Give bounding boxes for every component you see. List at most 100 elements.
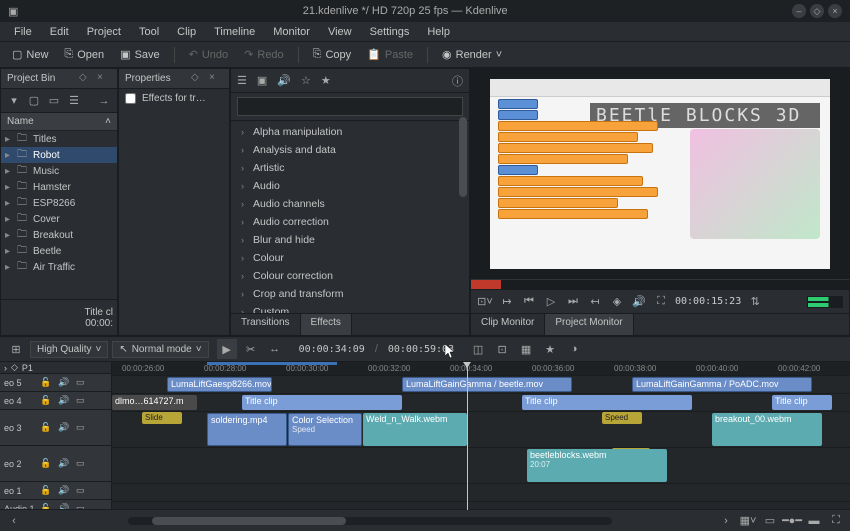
effects-category[interactable]: ›Audio (231, 177, 469, 195)
thumbnails-icon[interactable]: ▦˅ (740, 513, 756, 529)
track-header-eo-2[interactable]: eo 2🔓🔊▭ (0, 446, 111, 482)
open-button[interactable]: ⎘Open (58, 45, 110, 64)
effects-category[interactable]: ›Audio correction (231, 213, 469, 231)
lock-icon[interactable]: 🔓 (40, 422, 54, 433)
hide-icon[interactable]: ▭ (76, 395, 90, 406)
view-mode-icon[interactable]: ☰ (65, 92, 83, 110)
timeline-clip[interactable]: soldering.mp4 (207, 413, 287, 446)
effects-for-checkbox[interactable] (125, 93, 136, 104)
render-button[interactable]: ◉Render ˅ (436, 45, 508, 64)
zoom-icon[interactable]: ⊡ (492, 339, 512, 359)
scroll-left-icon[interactable]: ‹ (6, 513, 22, 529)
tab-project-monitor[interactable]: Project Monitor (545, 314, 633, 335)
save-button[interactable]: ▣Save (114, 45, 165, 64)
close-panel-icon[interactable]: × (97, 72, 111, 86)
float-icon[interactable]: ◇ (79, 72, 93, 86)
effects-category[interactable]: ›Colour correction (231, 267, 469, 285)
hide-icon[interactable]: ▭ (76, 377, 90, 388)
timeline-clip[interactable]: beetleblocks.webm20:07 (527, 449, 667, 482)
timeline-clip[interactable]: Speed (602, 412, 642, 424)
new-button[interactable]: ▢New (6, 45, 54, 64)
hide-icon[interactable]: ▭ (76, 458, 90, 469)
lock-icon[interactable]: 🔓 (40, 395, 54, 406)
scroll-right-icon[interactable]: › (718, 513, 734, 529)
track-row-2[interactable]: Slidesoldering.mp4Color SelectionSpeedWe… (112, 412, 850, 448)
mute-icon[interactable]: 🔊 (58, 422, 72, 433)
star-icon[interactable]: ★ (321, 74, 331, 87)
track-row-0[interactable]: LumaLiftGaesp8266.mov LumaLiftGainGamma /… (112, 376, 850, 394)
bin-item-air-traffic[interactable]: ▸🗀Air Traffic (1, 259, 117, 275)
mute-icon[interactable]: 🔊 (58, 458, 72, 469)
preview-icon[interactable]: ▦ (516, 339, 536, 359)
set-out-icon[interactable]: ↤ (587, 294, 603, 310)
effects-category[interactable]: ›Crop and transform (231, 285, 469, 303)
mute-icon[interactable]: 🔊 (58, 377, 72, 388)
timeline-clip[interactable]: LumaLiftGainGamma / PoADC.mov (632, 377, 812, 392)
close-panel-icon[interactable]: × (209, 72, 223, 86)
lock-icon[interactable]: 🔓 (40, 458, 54, 469)
bin-item-robot[interactable]: ▸🗀Robot (1, 147, 117, 163)
quality-dropdown[interactable]: High Quality˅ (30, 341, 108, 358)
play-timeline-icon[interactable]: ▶ (217, 339, 237, 359)
track-area[interactable]: 00:00:26:0000:00:28:0000:00:30:0000:00:3… (112, 362, 850, 510)
menu-help[interactable]: Help (419, 24, 458, 40)
bin-item-hamster[interactable]: ▸🗀Hamster (1, 179, 117, 195)
mode-dropdown[interactable]: ↖Normal mode˅ (112, 341, 208, 358)
bin-column-header[interactable]: Name ˄ (1, 113, 117, 131)
menu-project[interactable]: Project (79, 24, 129, 40)
marker-icon[interactable]: ◈ (609, 294, 625, 310)
tab-clip-monitor[interactable]: Clip Monitor (471, 314, 545, 335)
monitor-view[interactable]: BEETlE BLOCKS 3D (471, 69, 849, 279)
zoom-in-icon[interactable]: ▬ (806, 513, 822, 529)
paste-button[interactable]: 📋Paste (361, 45, 419, 64)
track-config-icon[interactable]: ⊞ (6, 339, 26, 359)
settings-icon[interactable]: ◑ (564, 339, 584, 359)
rewind-icon[interactable]: ⏮ (521, 294, 537, 310)
menu-clip[interactable]: Clip (169, 24, 204, 40)
effects-category[interactable]: ›Colour (231, 249, 469, 267)
timeline-clip[interactable]: dlmo…614727.m (112, 395, 197, 410)
playhead[interactable] (467, 362, 468, 510)
effects-category[interactable]: ›Alpha manipulation (231, 123, 469, 141)
track-row-4[interactable] (112, 484, 850, 502)
lock-icon[interactable]: 🔓 (40, 377, 54, 388)
menu-timeline[interactable]: Timeline (206, 24, 263, 40)
expand-icon[interactable]: › (4, 363, 7, 373)
forward-icon[interactable]: → (95, 92, 113, 110)
delete-icon[interactable]: ▭ (45, 92, 63, 110)
bin-item-titles[interactable]: ▸🗀Titles (1, 131, 117, 147)
monitor-ruler[interactable] (471, 279, 849, 289)
effects-category[interactable]: ›Custom (231, 303, 469, 313)
timeline-clip[interactable]: Title clip (772, 395, 832, 410)
track-header-eo-1[interactable]: eo 1🔓🔊▭ (0, 482, 111, 500)
diamond-icon[interactable]: ◇ (11, 362, 18, 373)
timeline-clip[interactable]: Weld_n_Walk.webm (363, 413, 467, 446)
track-row-1[interactable]: dlmo…614727.mTitle clipTitle clipTitle c… (112, 394, 850, 412)
float-icon[interactable]: ◇ (191, 72, 205, 86)
zoom-dropdown[interactable]: ⊡˅ (477, 294, 493, 310)
effects-category[interactable]: ›Blur and hide (231, 231, 469, 249)
maximize-button[interactable]: ◇ (810, 4, 824, 18)
fav-icon[interactable]: ★ (540, 339, 560, 359)
time-ruler[interactable]: 00:00:26:0000:00:28:0000:00:30:0000:00:3… (112, 362, 850, 376)
zoom-out-icon[interactable]: ▭ (762, 513, 778, 529)
bin-item-cover[interactable]: ▸🗀Cover (1, 211, 117, 227)
menu-tool[interactable]: Tool (131, 24, 167, 40)
timeline-clip[interactable]: breakout_00.webm (712, 413, 822, 446)
bin-item-music[interactable]: ▸🗀Music (1, 163, 117, 179)
tab-transitions[interactable]: Transitions (231, 314, 301, 335)
snap-icon[interactable]: ◫ (468, 339, 488, 359)
volume-icon[interactable]: 🔊 (631, 294, 647, 310)
minimize-button[interactable]: – (792, 4, 806, 18)
hide-icon[interactable]: ▭ (76, 485, 90, 496)
razor-icon[interactable]: ✂ (241, 339, 261, 359)
effects-category[interactable]: ›Analysis and data (231, 141, 469, 159)
mute-icon[interactable]: 🔊 (58, 485, 72, 496)
add-clip-icon[interactable]: ▾ (5, 92, 23, 110)
menu-file[interactable]: File (6, 24, 40, 40)
timeline-clip[interactable]: LumaLiftGaesp8266.mov (167, 377, 272, 392)
audio-icon[interactable]: 🔊 (277, 74, 291, 87)
hide-icon[interactable]: ▭ (76, 422, 90, 433)
save-effect-icon[interactable]: ▣ (257, 74, 267, 87)
timeline-clip[interactable]: Title clip (242, 395, 402, 410)
